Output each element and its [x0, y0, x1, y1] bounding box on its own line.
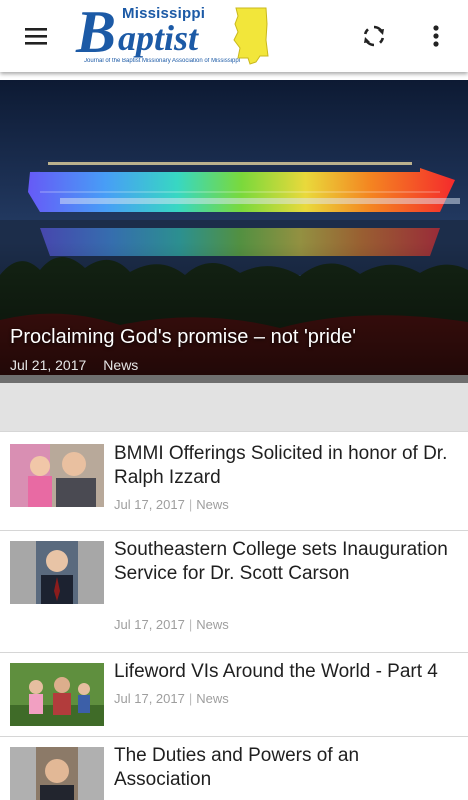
- article-title[interactable]: BMMI Offerings Solicited in honor of Dr.…: [114, 442, 460, 490]
- article-thumbnail: [10, 541, 104, 604]
- logo-tagline: Journal of the Baptist Missionary Associ…: [84, 58, 241, 64]
- article-title[interactable]: Southeastern College sets Inauguration S…: [114, 538, 460, 586]
- more-options-button[interactable]: [416, 16, 456, 56]
- featured-title[interactable]: Proclaiming God's promise – not 'pride': [10, 324, 356, 350]
- meta-separator: |: [188, 691, 193, 706]
- hero-divider: [0, 375, 468, 383]
- list-item[interactable]: BMMI Offerings Solicited in honor of Dr.…: [0, 431, 468, 530]
- menu-button[interactable]: [16, 16, 56, 56]
- article-title[interactable]: Lifeword VIs Around the World - Part 4: [114, 660, 460, 684]
- article-list: BMMI Offerings Solicited in honor of Dr.…: [0, 431, 468, 800]
- refresh-icon: [363, 25, 385, 47]
- article-title[interactable]: The Duties and Powers of an Association: [114, 744, 460, 792]
- app-logo[interactable]: B Mississippi aptist Journal of the Bapt…: [74, 0, 272, 70]
- list-item[interactable]: Southeastern College sets Inauguration S…: [0, 530, 468, 652]
- featured-category[interactable]: News: [103, 357, 138, 373]
- app-screen: B Mississippi aptist Journal of the Bapt…: [0, 0, 468, 800]
- refresh-button[interactable]: [354, 16, 394, 56]
- section-spacer: [0, 383, 468, 431]
- app-bar: B Mississippi aptist Journal of the Bapt…: [0, 0, 468, 72]
- article-thumbnail: [10, 444, 104, 507]
- list-item[interactable]: The Duties and Powers of an Association: [0, 736, 468, 800]
- meta-separator: |: [188, 617, 193, 632]
- article-category[interactable]: News: [196, 691, 229, 706]
- mississippi-map-icon: [233, 7, 269, 65]
- article-category[interactable]: News: [196, 497, 229, 512]
- logo-word: aptist: [118, 18, 199, 58]
- meta-separator: |: [188, 497, 193, 512]
- logo-b-letter: B: [76, 0, 117, 65]
- article-date: Jul 17, 2017: [114, 497, 185, 512]
- article-category[interactable]: News: [196, 617, 229, 632]
- article-meta: Jul 17, 2017 | News: [114, 497, 229, 513]
- article-thumbnail: [10, 663, 104, 726]
- article-date: Jul 17, 2017: [114, 617, 185, 632]
- more-vertical-icon: [433, 25, 439, 47]
- article-meta: Jul 17, 2017 | News: [114, 617, 229, 633]
- featured-date: Jul 21, 2017: [10, 357, 87, 373]
- article-thumbnail: [10, 747, 104, 800]
- hamburger-menu-icon: [25, 28, 47, 45]
- article-date: Jul 17, 2017: [114, 691, 185, 706]
- featured-meta: Jul 21, 2017 News: [10, 356, 138, 374]
- list-item[interactable]: Lifeword VIs Around the World - Part 4 J…: [0, 652, 468, 736]
- article-meta: Jul 17, 2017 | News: [114, 691, 229, 707]
